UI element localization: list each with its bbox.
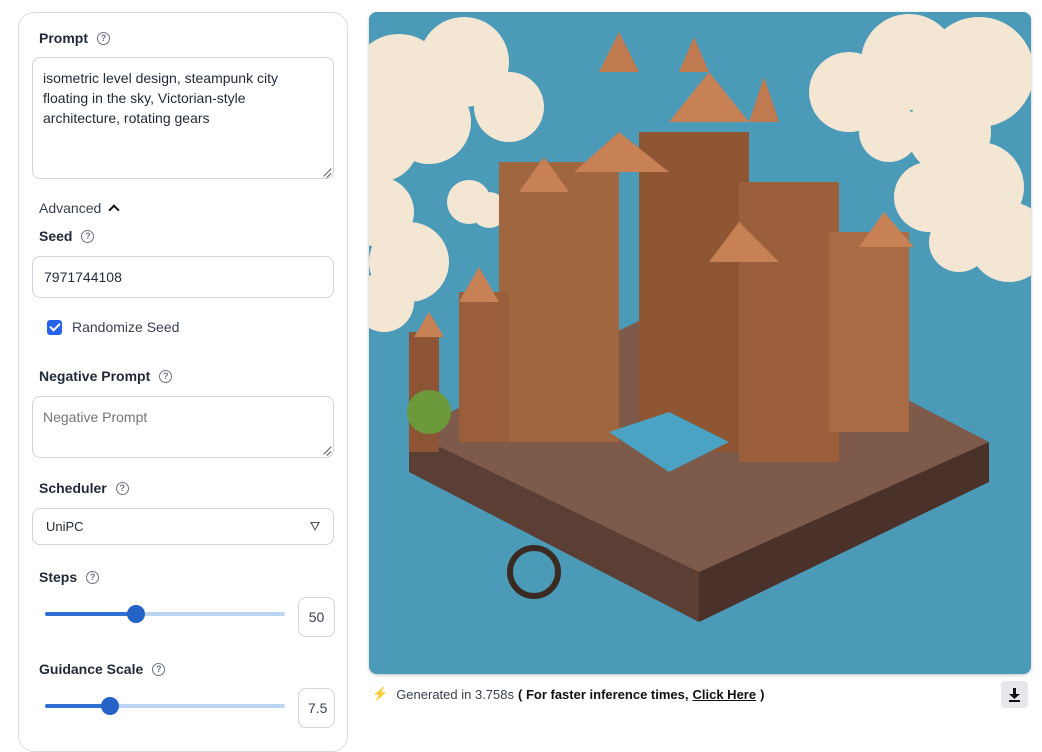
help-icon[interactable]: ? bbox=[115, 481, 129, 495]
steps-slider-thumb[interactable] bbox=[127, 605, 146, 623]
scheduler-value: UniPC bbox=[46, 519, 84, 534]
chevron-up-icon bbox=[108, 204, 120, 216]
randomize-seed-label: Randomize Seed bbox=[72, 319, 180, 335]
steps-label-row: Steps ? bbox=[39, 569, 100, 585]
negative-prompt-label: Negative Prompt bbox=[39, 368, 151, 384]
generated-image-art bbox=[369, 12, 1031, 674]
negative-prompt-textarea[interactable] bbox=[32, 396, 334, 458]
prompt-textarea[interactable] bbox=[32, 57, 334, 179]
scheduler-label: Scheduler bbox=[39, 480, 107, 496]
help-icon[interactable]: ? bbox=[159, 369, 173, 383]
advanced-label: Advanced bbox=[39, 200, 102, 216]
help-icon[interactable]: ? bbox=[152, 662, 166, 676]
download-button[interactable] bbox=[1001, 681, 1028, 708]
guidance-slider[interactable] bbox=[45, 697, 285, 715]
lightning-icon: ⚡ bbox=[372, 686, 389, 701]
generation-status: ⚡ Generated in 3.758s ( For faster infer… bbox=[372, 686, 764, 702]
guidance-number-input[interactable]: 7.5 bbox=[298, 688, 335, 728]
help-icon[interactable]: ? bbox=[97, 31, 110, 45]
steps-slider[interactable] bbox=[45, 605, 285, 623]
generated-time-text: Generated in 3.758s bbox=[396, 686, 514, 702]
help-icon[interactable]: ? bbox=[86, 570, 100, 584]
faster-suffix-text: ) bbox=[760, 686, 765, 702]
steps-slider-fill bbox=[45, 612, 137, 616]
guidance-label: Guidance Scale bbox=[39, 661, 144, 677]
prompt-label: Prompt bbox=[39, 30, 88, 46]
randomize-seed-row[interactable]: Randomize Seed bbox=[47, 319, 179, 335]
generated-image bbox=[369, 12, 1031, 674]
resize-handle-icon[interactable] bbox=[322, 167, 332, 177]
scheduler-label-row: Scheduler ? bbox=[39, 480, 129, 496]
seed-input[interactable]: 7971744108 bbox=[32, 256, 334, 298]
scheduler-select[interactable]: UniPC bbox=[32, 508, 334, 545]
click-here-link[interactable]: Click Here bbox=[693, 687, 757, 702]
guidance-slider-thumb[interactable] bbox=[100, 697, 119, 715]
download-icon bbox=[1009, 687, 1020, 702]
settings-panel: Prompt ? Advanced Seed ? 7971744108 Rand… bbox=[18, 12, 348, 752]
faster-prefix-text: ( For faster inference times, bbox=[518, 686, 689, 702]
steps-number-input[interactable]: 50 bbox=[298, 597, 335, 637]
steps-label: Steps bbox=[39, 569, 78, 585]
seed-label: Seed bbox=[39, 228, 73, 244]
resize-handle-icon[interactable] bbox=[322, 445, 332, 455]
negative-prompt-label-row: Negative Prompt ? bbox=[39, 368, 173, 384]
prompt-label-row: Prompt ? bbox=[39, 30, 110, 46]
dropdown-triangle-icon bbox=[310, 522, 320, 531]
guidance-label-row: Guidance Scale ? bbox=[39, 661, 166, 677]
advanced-toggle[interactable]: Advanced bbox=[39, 200, 120, 216]
seed-label-row: Seed ? bbox=[39, 228, 95, 244]
help-icon[interactable]: ? bbox=[81, 229, 95, 243]
randomize-seed-checkbox[interactable] bbox=[47, 319, 62, 335]
